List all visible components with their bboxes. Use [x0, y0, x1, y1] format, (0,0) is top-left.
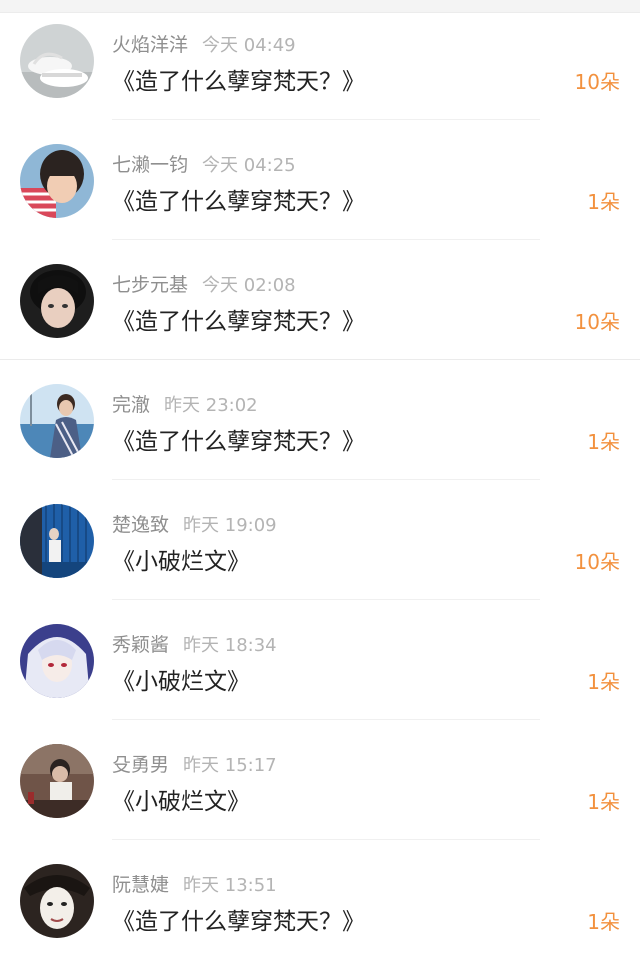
item-meta: 火焰洋洋 今天 04:49	[112, 30, 296, 57]
item-meta: 殳勇男 昨天 15:17	[112, 750, 277, 777]
seaside-avatar-icon[interactable]	[20, 384, 94, 458]
blue-wall-avatar-icon[interactable]	[20, 504, 94, 578]
list-item[interactable]: 完澈 昨天 23:02 《造了什么孽穿梵天？》 1朵	[0, 360, 640, 480]
list-item[interactable]: 七步元基 今天 02:08 《造了什么孽穿梵天？》 10朵	[0, 240, 640, 360]
item-meta: 七步元基 今天 02:08	[112, 270, 296, 297]
flower-count: 10朵	[574, 70, 620, 94]
timestamp: 昨天 18:34	[183, 635, 277, 656]
book-title[interactable]: 《小破烂文》	[112, 662, 250, 696]
item-meta: 秀颖酱 昨天 18:34	[112, 630, 277, 657]
list-item[interactable]: 七濑一钧 今天 04:25 《造了什么孽穿梵天？》 1朵	[0, 120, 640, 240]
book-title[interactable]: 《造了什么孽穿梵天？》	[112, 182, 365, 216]
username[interactable]: 秀颖酱	[112, 634, 169, 656]
masked-face-avatar-icon[interactable]	[20, 864, 94, 938]
item-meta: 七濑一钧 今天 04:25	[112, 150, 296, 177]
book-title[interactable]: 《造了什么孽穿梵天？》	[112, 302, 365, 336]
gift-record-list: 火焰洋洋 今天 04:49 《造了什么孽穿梵天？》 10朵 七濑一钧 今天 04:2…	[0, 0, 640, 953]
list-item[interactable]: 火焰洋洋 今天 04:49 《造了什么孽穿梵天？》 10朵	[0, 0, 640, 120]
list-item[interactable]: 殳勇男 昨天 15:17 《小破烂文》 1朵	[0, 720, 640, 840]
book-title[interactable]: 《造了什么孽穿梵天？》	[112, 62, 365, 96]
book-title[interactable]: 《小破烂文》	[112, 542, 250, 576]
list-item[interactable]: 阮慧婕 昨天 13:51 《造了什么孽穿梵天？》 1朵	[0, 840, 640, 953]
item-meta: 阮慧婕 昨天 13:51	[112, 870, 277, 897]
timestamp: 今天 04:49	[202, 35, 296, 56]
timestamp: 昨天 13:51	[183, 875, 277, 896]
flower-count: 1朵	[587, 190, 620, 214]
timestamp: 昨天 15:17	[183, 755, 277, 776]
username[interactable]: 七濑一钧	[112, 154, 188, 176]
flower-count: 1朵	[587, 910, 620, 934]
list-item[interactable]: 楚逸致 昨天 19:09 《小破烂文》 10朵	[0, 480, 640, 600]
child-avatar-icon[interactable]	[20, 144, 94, 218]
item-meta: 完澈 昨天 23:02	[112, 390, 258, 417]
flower-count: 1朵	[587, 790, 620, 814]
timestamp: 今天 02:08	[202, 275, 296, 296]
street-avatar-icon[interactable]	[20, 744, 94, 818]
book-title[interactable]: 《造了什么孽穿梵天？》	[112, 422, 365, 456]
timestamp: 昨天 23:02	[164, 395, 258, 416]
flower-count: 10朵	[574, 310, 620, 334]
username[interactable]: 完澈	[112, 394, 150, 416]
username[interactable]: 七步元基	[112, 274, 188, 296]
anime-avatar-icon[interactable]	[20, 624, 94, 698]
book-title[interactable]: 《造了什么孽穿梵天？》	[112, 902, 365, 936]
sneakers-avatar-icon[interactable]	[20, 24, 94, 98]
list-item[interactable]: 秀颖酱 昨天 18:34 《小破烂文》 1朵	[0, 600, 640, 720]
username[interactable]: 阮慧婕	[112, 874, 169, 896]
username[interactable]: 楚逸致	[112, 514, 169, 536]
timestamp: 昨天 19:09	[183, 515, 277, 536]
book-title[interactable]: 《小破烂文》	[112, 782, 250, 816]
portrait-avatar-icon[interactable]	[20, 264, 94, 338]
username[interactable]: 火焰洋洋	[112, 34, 188, 56]
flower-count: 1朵	[587, 430, 620, 454]
username[interactable]: 殳勇男	[112, 754, 169, 776]
flower-count: 1朵	[587, 670, 620, 694]
item-meta: 楚逸致 昨天 19:09	[112, 510, 277, 537]
flower-count: 10朵	[574, 550, 620, 574]
timestamp: 今天 04:25	[202, 155, 296, 176]
